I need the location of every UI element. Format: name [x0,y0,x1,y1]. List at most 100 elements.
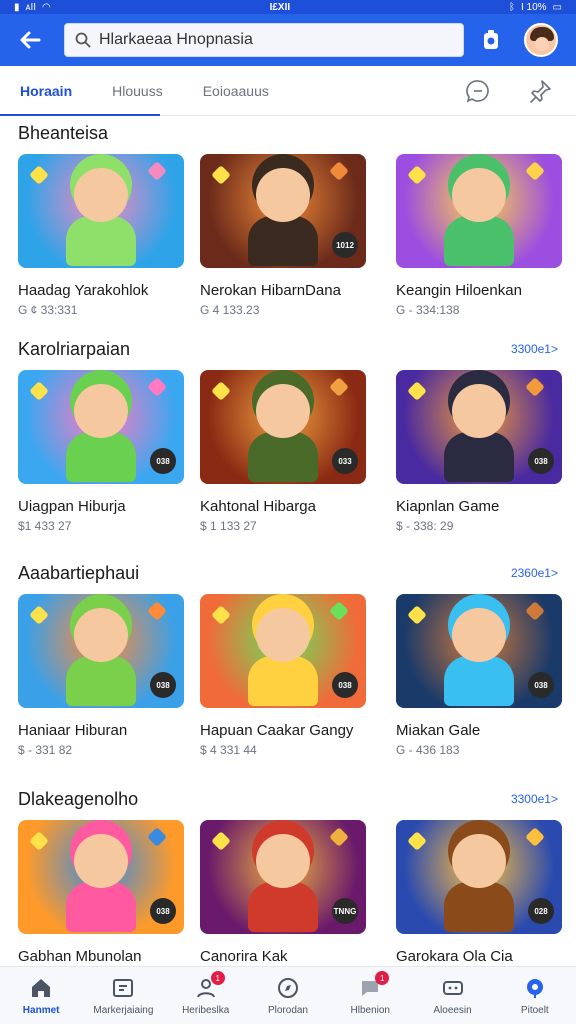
home-icon [28,975,54,1001]
pin-icon [530,79,551,103]
game-card[interactable]: Haadag Yarakohlok G ¢ 33:331 [18,154,184,317]
game-title: Miakan Gale [396,722,481,739]
nav-label: Pitoelt [520,1005,549,1016]
section-title: Karolriarpaian [18,338,131,359]
game-card[interactable]: 038 Miakan Gale G - 436 183 [396,594,562,757]
search-input[interactable] [99,31,439,49]
see-all-link[interactable]: 3300e1> [511,342,558,356]
game-title: Kahtonal Hibarga [200,498,316,515]
age-rating-badge: 038 [528,672,554,698]
nav-label: Heribeslka [182,1005,230,1016]
chat-icon: 1 [357,971,390,1001]
game-thumbnail: TNNG [200,820,366,934]
pin-button[interactable] [526,77,554,105]
see-all-link[interactable]: 3300e1> [511,792,558,806]
age-rating-badge: 033 [332,448,358,474]
game-title: Nerokan HibarnDana [200,282,341,299]
section-header: Aaabartiephaui 2360e1> [18,556,558,590]
nav-messages[interactable]: 1 Hlbenion [329,967,411,1024]
game-thumbnail: 038 [396,370,562,484]
tab-home[interactable]: Horaain [0,66,161,116]
status-left-text: ᴀII [25,1,37,13]
game-card[interactable]: 038 Uiagpan Hiburja $1 433 27 [18,370,184,533]
gamepad-icon [440,975,466,1001]
game-thumbnail: 038 [18,370,184,484]
section-header: Karolriarpaian 3300e1> [18,332,558,366]
status-time: I£XII [269,1,291,13]
tab-news[interactable]: Hlouuss [92,66,183,116]
game-meta: $ - 331 82 [18,743,73,757]
game-title: Canorira Kak [200,948,288,965]
game-meta: $ 4 331 44 [200,743,257,757]
see-all-link[interactable]: 2360e1> [511,566,558,580]
age-rating-badge: 038 [150,448,176,474]
game-meta: $ - 338: 29 [396,519,454,533]
tab-categories[interactable]: Eoioaauus [183,66,289,116]
age-rating-badge: 038 [150,898,176,924]
age-rating-badge: 028 [528,898,554,924]
game-card[interactable]: 1012 Nerokan HibarnDana G 4 133.23 [200,154,366,317]
game-meta: G - 436 183 [396,743,460,757]
game-card[interactable]: TNNG Canorira Kak [200,820,366,965]
game-title: Garokara Ola Cia [396,948,513,965]
avatar[interactable] [524,23,558,57]
section-title: Dlakeagenolho [18,788,139,809]
nav-label: Hlbenion [350,1005,390,1016]
chat-bubble-button[interactable] [464,77,492,105]
game-thumbnail: 038 [396,594,562,708]
game-title: Haniaar Hiburan [18,722,128,739]
status-right: ᛒ I 10% ▭ [509,2,562,13]
nav-home[interactable]: Hanmet [0,967,82,1024]
battery-text: I 10% [520,1,547,13]
pointer-icon [522,975,548,1001]
nav-label: Hanmet [22,1005,60,1016]
battery-icon: ▭ [552,1,562,13]
game-title: Kiapnlan Game [396,498,500,515]
game-card[interactable]: Keangin Hiloenkan G - 334:138 [396,154,562,317]
game-card[interactable]: 038 Gabhan Mbunolan [18,820,184,965]
nav-profile[interactable]: 1 Heribeslka [165,967,247,1024]
age-rating-badge: TNNG [332,898,358,924]
status-bar: ▮ ᴀII ◠ I£XII ᛒ I 10% ▭ [0,0,576,14]
game-thumbnail: 038 [18,820,184,934]
game-meta: G 4 133.23 [200,303,260,317]
section-header: Bheanteisa [18,116,558,150]
back-button[interactable] [14,24,46,56]
game-thumbnail: 033 [200,370,366,484]
game-thumbnail: 1012 [200,154,366,268]
game-card[interactable]: 033 Kahtonal Hibarga $ 1 133 27 [200,370,366,533]
age-rating-badge: 038 [332,672,358,698]
nav-pointer[interactable]: Pitoelt [494,967,576,1024]
game-card[interactable]: 038 Hapuan Caakar Gangy $ 4 331 44 [200,594,366,757]
nav-store[interactable]: Markerjaiaing [82,967,164,1024]
age-rating-badge: 038 [150,672,176,698]
game-card[interactable]: 038 Haniaar Hiburan $ - 331 82 [18,594,184,757]
camera-button[interactable] [476,25,506,55]
camera-icon [484,30,498,49]
game-thumbnail [18,154,184,268]
game-thumbnail: 028 [396,820,562,934]
search-box[interactable] [64,23,464,57]
game-meta: $ 1 133 27 [200,519,257,533]
chat-bubble-icon [466,79,489,102]
status-left: ▮ ᴀII ◠ [14,2,51,13]
game-card[interactable]: 038 Kiapnlan Game $ - 338: 29 [396,370,562,533]
signal-icon: ▮ [14,1,20,13]
tab-actions [464,77,576,105]
game-thumbnail: 038 [18,594,184,708]
content-feed: Bheanteisa Haadag Yarakohlok G ¢ 33:331 … [0,116,576,966]
nav-label: Markerjaiaing [93,1005,154,1016]
bluetooth-icon: ᛒ [508,1,515,13]
arrow-left-icon [20,31,41,49]
tab-bar: Horaain Hlouuss Eoioaauus [0,66,576,116]
game-title: Gabhan Mbunolan [18,948,142,965]
game-title: Haadag Yarakohlok [18,282,149,299]
nav-games[interactable]: Aloeesin [411,967,493,1024]
store-icon [110,975,136,1001]
section-title: Aaabartiephaui [18,562,140,583]
game-meta: G - 334:138 [396,303,460,317]
age-rating-badge: 038 [528,448,554,474]
game-card[interactable]: 028 Garokara Ola Cia [396,820,562,965]
nav-explore[interactable]: Plorodan [247,967,329,1024]
section-header: Dlakeagenolho 3300e1> [18,782,558,816]
